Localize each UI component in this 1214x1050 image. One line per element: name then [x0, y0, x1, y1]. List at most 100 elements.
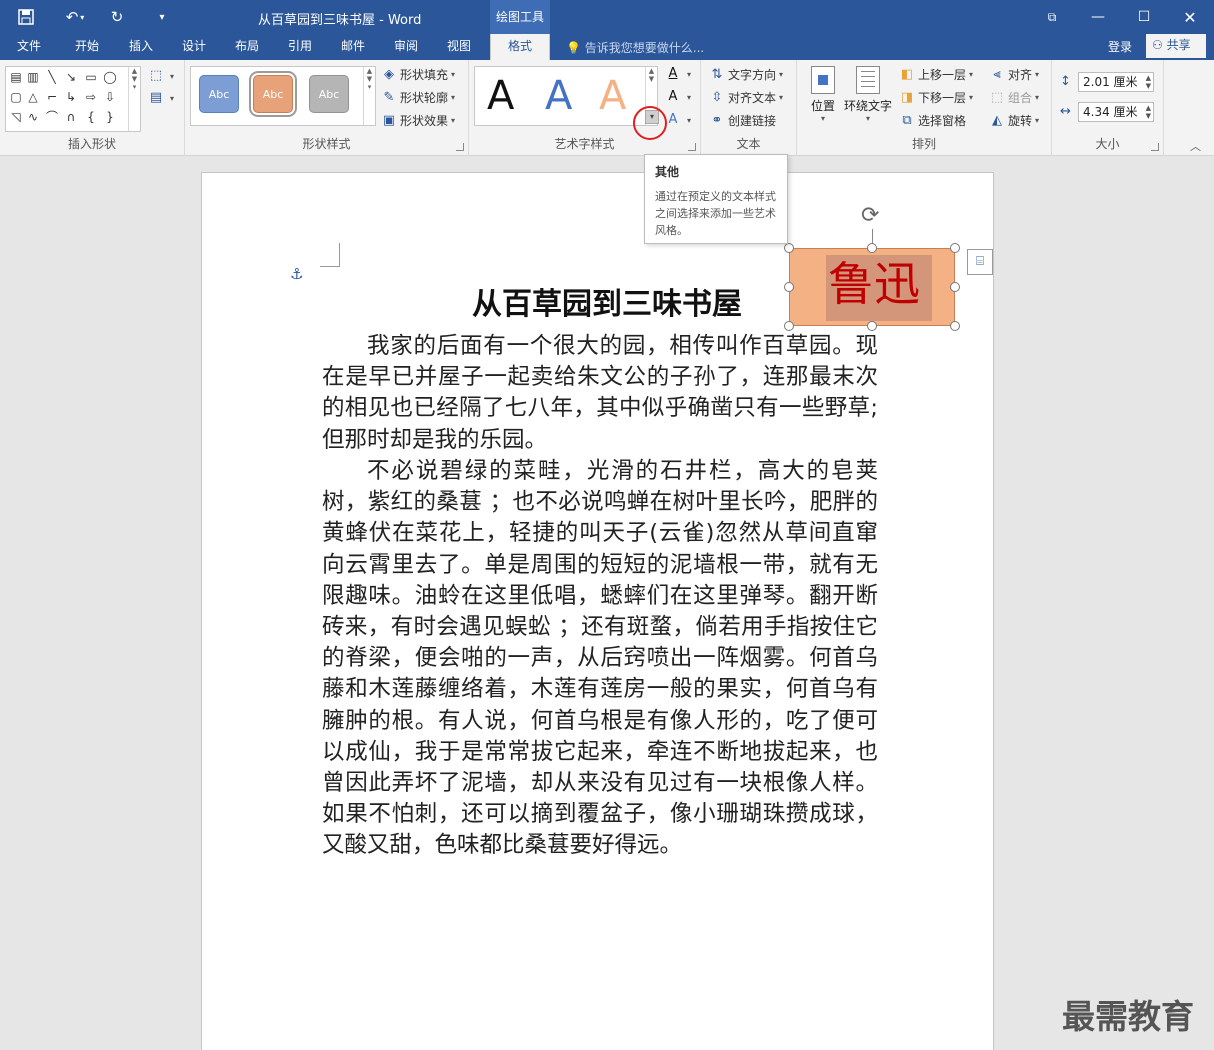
height-spinner[interactable]: ▲ ▼	[1146, 74, 1151, 90]
down-arrow-shape-icon[interactable]: ⇩	[103, 90, 117, 104]
rotate-button[interactable]: ◭ 旋转 ▾	[989, 112, 1039, 129]
anchor-icon: ⚓	[290, 265, 304, 283]
share-label: 共享	[1166, 38, 1191, 52]
layout-options-icon[interactable]: ⌸	[967, 249, 993, 275]
shape-height-input[interactable]: 2.01 厘米 ▲ ▼	[1078, 72, 1154, 92]
wordart-style-blue[interactable]: A	[545, 73, 572, 119]
paint-bucket-icon: ◈	[384, 66, 394, 82]
save-icon[interactable]	[14, 6, 38, 28]
redo-icon[interactable]: ↻	[106, 6, 128, 28]
shape-effects-button[interactable]: ▣ 形状效果 ▾	[381, 112, 455, 129]
tab-home[interactable]: 开始	[64, 34, 110, 60]
elbow-connector-icon[interactable]: ⌐	[45, 90, 59, 104]
oval-shape-icon[interactable]: ◯	[103, 70, 117, 84]
rounded-rect-shape-icon[interactable]: ▢	[9, 90, 23, 104]
shapes-gallery-scroll[interactable]: ▲ ▼ ▾	[128, 67, 140, 131]
selection-pane-button[interactable]: ⧉ 选择窗格	[899, 112, 966, 129]
ribbon-display-icon[interactable]: ⧉	[1030, 0, 1074, 34]
line-shape-icon[interactable]: ╲	[45, 70, 59, 84]
elbow-arrow-icon[interactable]: ↳	[64, 90, 78, 104]
create-link-button[interactable]: ⚭ 创建链接	[709, 112, 776, 129]
resize-handle-right[interactable]	[950, 282, 960, 292]
customize-icon[interactable]: ▾	[152, 6, 172, 28]
resize-handle-bottom-right[interactable]	[950, 321, 960, 331]
wrap-text-icon	[856, 66, 880, 94]
text-direction-button[interactable]: ⇅ 文字方向 ▾	[709, 66, 783, 83]
tab-format[interactable]: 格式	[490, 34, 550, 60]
tell-me-search[interactable]: 💡 告诉我您想要做什么...	[566, 39, 704, 56]
vertical-textbox-shape-icon[interactable]: ▥	[26, 70, 40, 84]
tab-view[interactable]: 视图	[436, 34, 482, 60]
person-icon: ⚇	[1152, 38, 1163, 52]
tab-layout[interactable]: 布局	[224, 34, 270, 60]
edit-shape-button[interactable]: ⬚ ▾	[148, 68, 174, 84]
wordart-styles-launcher[interactable]	[688, 143, 696, 151]
freeform-shape-icon[interactable]: ◹	[9, 110, 23, 124]
group-button[interactable]: ⬚ 组合 ▾	[989, 89, 1039, 106]
size-launcher[interactable]	[1151, 143, 1159, 151]
bring-forward-label: 上移一层	[918, 68, 967, 82]
right-arrow-shape-icon[interactable]: ⇨	[84, 90, 98, 104]
bring-forward-button[interactable]: ◧ 上移一层 ▾	[899, 66, 973, 83]
text-outline-button[interactable]: A ▾	[665, 89, 691, 105]
tab-review[interactable]: 审阅	[383, 34, 429, 60]
width-spinner[interactable]: ▲ ▼	[1146, 104, 1151, 120]
wordart-text[interactable]: 鲁迅	[828, 253, 920, 315]
resize-handle-left[interactable]	[784, 282, 794, 292]
document-heading[interactable]: 从百草园到三味书屋	[472, 279, 742, 323]
wrap-text-button[interactable]: 环绕文字 ▾	[843, 66, 893, 123]
collapse-ribbon-icon[interactable]: ︿	[1190, 138, 1201, 154]
style-chip-orange[interactable]: Abc	[249, 71, 297, 117]
rotate-label: 旋转	[1008, 114, 1033, 128]
text-effects-button[interactable]: A ▾	[665, 112, 691, 128]
align-text-button[interactable]: ⇳ 对齐文本 ▾	[709, 89, 783, 106]
arc-shape-icon[interactable]: ⌒	[45, 110, 59, 124]
curve-shape-icon[interactable]: ∩	[64, 110, 78, 124]
textbox-shape-icon[interactable]: ▤	[9, 70, 23, 84]
close-button[interactable]: ✕	[1168, 0, 1212, 34]
resize-handle-top[interactable]	[867, 243, 877, 253]
signin-link[interactable]: 登录	[1108, 38, 1132, 55]
draw-textbox-button[interactable]: ▤ ▾	[148, 90, 174, 106]
shape-outline-button[interactable]: ✎ 形状轮廓 ▾	[381, 89, 455, 106]
shape-fill-button[interactable]: ◈ 形状填充 ▾	[381, 66, 455, 83]
paragraph[interactable]: 不必说碧绿的菜畦，光滑的石井栏，高大的皂荚树，紫红的桑葚 ；也不必说鸣蝉在树叶里…	[322, 456, 878, 862]
maximize-button[interactable]: ☐	[1122, 0, 1166, 34]
resize-handle-top-right[interactable]	[950, 243, 960, 253]
tab-design[interactable]: 设计	[171, 34, 217, 60]
text-fill-button[interactable]: A ▾	[665, 66, 691, 82]
shape-styles-launcher[interactable]	[456, 143, 464, 151]
resize-handle-top-left[interactable]	[784, 243, 794, 253]
arrow-shape-icon[interactable]: ↘	[64, 70, 78, 84]
triangle-shape-icon[interactable]: △	[26, 90, 40, 104]
tab-references[interactable]: 引用	[277, 34, 323, 60]
wordart-style-orange[interactable]: A	[599, 73, 626, 119]
tab-mailings[interactable]: 邮件	[330, 34, 376, 60]
share-button[interactable]: ⚇ 共享	[1146, 34, 1206, 58]
align-button[interactable]: ⫷ 对齐 ▾	[989, 66, 1039, 83]
position-button[interactable]: 位置 ▾	[805, 66, 841, 123]
shape-width-input[interactable]: 4.34 厘米 ▲ ▼	[1078, 102, 1154, 122]
rotate-handle-icon[interactable]: ⟳	[861, 203, 879, 228]
left-brace-shape-icon[interactable]: {	[84, 110, 98, 124]
send-backward-button[interactable]: ◨ 下移一层 ▾	[899, 89, 973, 106]
resize-handle-bottom-left[interactable]	[784, 321, 794, 331]
group-label: 插入形状	[67, 137, 116, 151]
tab-file[interactable]: 文件	[6, 34, 52, 60]
resize-handle-bottom[interactable]	[867, 321, 877, 331]
ribbon: ▤ ▥ ╲ ↘ ▭ ◯ ▢ △ ⌐ ↳ ⇨ ⇩ ◹ ∿ ⌒ ∩ { } ▲ ▼ ▾ …	[0, 60, 1214, 156]
minimize-button[interactable]: —	[1076, 0, 1120, 34]
shapes-gallery[interactable]: ▤ ▥ ╲ ↘ ▭ ◯ ▢ △ ⌐ ↳ ⇨ ⇩ ◹ ∿ ⌒ ∩ { } ▲ ▼ ▾	[5, 66, 141, 132]
undo-icon[interactable]: ↶ ▾	[60, 6, 90, 28]
paragraph[interactable]: 我家的后面有一个很大的园，相传叫作百草园。现在是早已并屋子一起卖给朱文公的子孙了…	[322, 331, 878, 456]
document-page[interactable]: ⚓ 从百草园到三味书屋 我家的后面有一个很大的园，相传叫作百草园。现在是早已并屋…	[201, 172, 994, 1050]
styles-gallery-scroll[interactable]: ▲ ▼ ▾	[363, 67, 375, 125]
scribble-shape-icon[interactable]: ∿	[26, 110, 40, 124]
wordart-style-black[interactable]: A	[487, 73, 514, 119]
style-chip-blue[interactable]: Abc	[199, 75, 239, 113]
tab-insert[interactable]: 插入	[118, 34, 164, 60]
rectangle-shape-icon[interactable]: ▭	[84, 70, 98, 84]
right-brace-shape-icon[interactable]: }	[103, 110, 117, 124]
wordart-textbox[interactable]: 鲁迅	[789, 248, 955, 326]
style-chip-gray[interactable]: Abc	[309, 75, 349, 113]
